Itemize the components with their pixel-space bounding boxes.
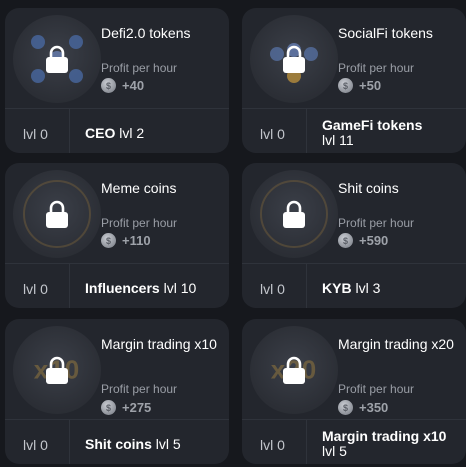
card-margin-trading-x10[interactable]: x10 Margin trading x10 Profit per hour $… [5,319,229,464]
card-level: lvl 0 [260,126,285,142]
card-level: lvl 0 [23,281,48,297]
card-title: Defi2.0 tokens [101,25,191,41]
card-title: Margin trading x20 [338,336,454,352]
lock-icon [46,45,68,73]
requirement-card-name: KYB [322,280,352,296]
requirement-level: lvl 10 [159,280,197,296]
requirement-card-name: Margin trading x10 [322,428,447,444]
card-top: SocialFi tokens Profit per hour $ +50 [242,8,466,108]
unlock-requirement: GameFi tokens lvl 11 [322,118,460,148]
unlock-requirement: CEO lvl 2 [85,126,223,141]
profit-per-hour-label: Profit per hour [338,382,415,396]
lock-icon [283,45,305,73]
vertical-divider [69,109,70,153]
vertical-divider [306,264,307,308]
vertical-divider [69,420,70,464]
card-meme-coins[interactable]: Meme coins Profit per hour $ +110 lvl 0 … [5,163,229,308]
profit-value-row: $ +590 [338,233,388,248]
profit-value: +590 [359,233,389,248]
vertical-divider [306,420,307,464]
card-image [13,170,101,258]
lock-icon [283,356,305,384]
card-bottom: lvl 0 KYB lvl 3 [242,264,466,308]
requirement-card-name: Shit coins [85,436,152,452]
requirement-card-name: CEO [85,125,116,141]
card-level: lvl 0 [260,281,285,297]
lock-icon [283,200,305,228]
card-image: x20 [250,326,338,414]
profit-value-row: $ +350 [338,400,388,415]
coin-icon: $ [338,400,353,415]
profit-value-row: $ +110 [101,233,151,248]
card-title: Margin trading x10 [101,336,217,352]
profit-per-hour-label: Profit per hour [338,61,415,75]
upgrade-cards-grid: Defi2.0 tokens Profit per hour $ +40 lvl… [0,0,466,467]
requirement-level: lvl 3 [351,280,381,296]
card-bottom: lvl 0 Influencers lvl 10 [5,264,229,308]
card-top: Meme coins Profit per hour $ +110 [5,163,229,263]
card-image [250,15,338,103]
card-image: x10 [13,326,101,414]
profit-value: +110 [122,233,151,248]
requirement-level: lvl 5 [322,443,347,459]
card-defi-tokens[interactable]: Defi2.0 tokens Profit per hour $ +40 lvl… [5,8,229,153]
coin-icon: $ [338,78,353,93]
card-top: Defi2.0 tokens Profit per hour $ +40 [5,8,229,108]
profit-per-hour-label: Profit per hour [338,216,415,230]
card-level: lvl 0 [260,437,285,453]
vertical-divider [69,264,70,308]
unlock-requirement: Margin trading x10 lvl 5 [322,429,460,459]
requirement-level: lvl 11 [322,132,354,148]
card-bottom: lvl 0 CEO lvl 2 [5,109,229,153]
card-top: x20 Margin trading x20 Profit per hour $… [242,319,466,419]
card-title: Shit coins [338,180,399,196]
coin-icon: $ [101,400,116,415]
card-top: x10 Margin trading x10 Profit per hour $… [5,319,229,419]
coin-icon: $ [101,78,116,93]
profit-value-row: $ +40 [101,78,144,93]
requirement-level: lvl 5 [151,436,181,452]
requirement-card-name: Influencers [85,280,160,296]
card-level: lvl 0 [23,437,48,453]
card-level: lvl 0 [23,126,48,142]
requirement-card-name: GameFi tokens [322,117,423,133]
coin-icon: $ [338,233,353,248]
unlock-requirement: KYB lvl 3 [322,281,460,296]
card-socialfi-tokens[interactable]: SocialFi tokens Profit per hour $ +50 lv… [242,8,466,153]
card-image [13,15,101,103]
card-margin-trading-x20[interactable]: x20 Margin trading x20 Profit per hour $… [242,319,466,464]
card-bottom: lvl 0 Shit coins lvl 5 [5,420,229,464]
card-image [250,170,338,258]
profit-value: +50 [359,78,382,93]
profit-per-hour-label: Profit per hour [101,61,178,75]
requirement-level: lvl 2 [115,125,145,141]
profit-per-hour-label: Profit per hour [101,382,178,396]
profit-value: +350 [359,400,389,415]
profit-value-row: $ +50 [338,78,381,93]
lock-icon [46,200,68,228]
card-title: Meme coins [101,180,177,196]
vertical-divider [306,109,307,153]
card-top: Shit coins Profit per hour $ +590 [242,163,466,263]
lock-icon [46,356,68,384]
unlock-requirement: Influencers lvl 10 [85,281,223,296]
unlock-requirement: Shit coins lvl 5 [85,437,223,452]
card-bottom: lvl 0 GameFi tokens lvl 11 [242,109,466,153]
profit-per-hour-label: Profit per hour [101,216,178,230]
card-shit-coins[interactable]: Shit coins Profit per hour $ +590 lvl 0 … [242,163,466,308]
profit-value: +275 [122,400,152,415]
coin-icon: $ [101,233,116,248]
profit-value-row: $ +275 [101,400,151,415]
card-title: SocialFi tokens [338,25,433,41]
profit-value: +40 [122,78,145,93]
card-bottom: lvl 0 Margin trading x10 lvl 5 [242,420,466,464]
